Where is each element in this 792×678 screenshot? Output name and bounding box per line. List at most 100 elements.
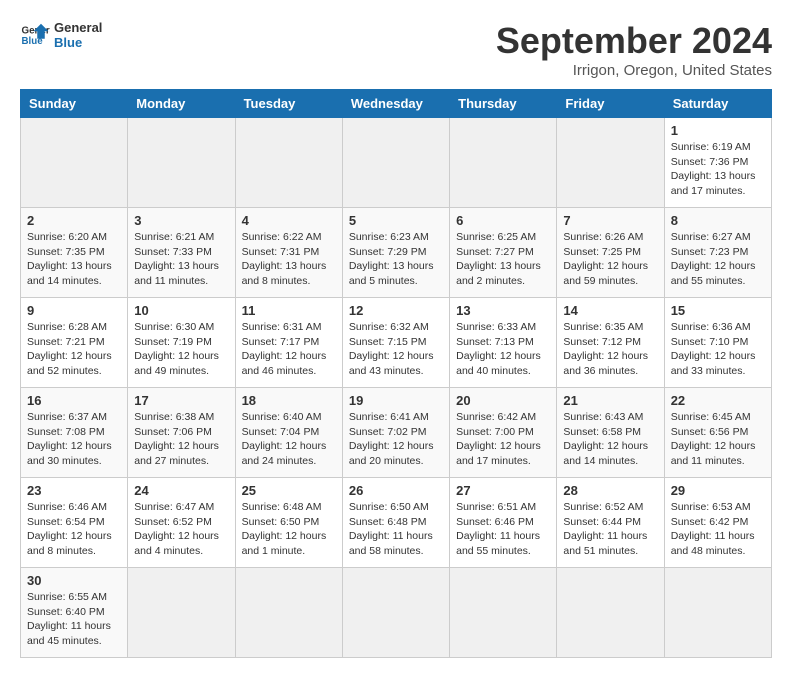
day-number: 14 — [563, 303, 657, 318]
day-info: Sunrise: 6:52 AM Sunset: 6:44 PM Dayligh… — [563, 500, 657, 559]
day-info: Sunrise: 6:53 AM Sunset: 6:42 PM Dayligh… — [671, 500, 765, 559]
day-info: Sunrise: 6:21 AM Sunset: 7:33 PM Dayligh… — [134, 230, 228, 289]
daylight: Daylight: 11 hours and 55 minutes. — [456, 530, 540, 557]
calendar-week-4: 16 Sunrise: 6:37 AM Sunset: 7:08 PM Dayl… — [21, 388, 772, 478]
calendar-cell: 3 Sunrise: 6:21 AM Sunset: 7:33 PM Dayli… — [128, 208, 235, 298]
calendar-cell: 13 Sunrise: 6:33 AM Sunset: 7:13 PM Dayl… — [450, 298, 557, 388]
calendar-cell: 4 Sunrise: 6:22 AM Sunset: 7:31 PM Dayli… — [235, 208, 342, 298]
daylight: Daylight: 13 hours and 17 minutes. — [671, 170, 756, 197]
calendar-cell: 24 Sunrise: 6:47 AM Sunset: 6:52 PM Dayl… — [128, 478, 235, 568]
calendar-cell — [342, 568, 449, 658]
calendar-cell: 10 Sunrise: 6:30 AM Sunset: 7:19 PM Dayl… — [128, 298, 235, 388]
sunrise: Sunrise: 6:51 AM — [456, 501, 536, 513]
day-number: 10 — [134, 303, 228, 318]
day-number: 12 — [349, 303, 443, 318]
calendar-cell: 1 Sunrise: 6:19 AM Sunset: 7:36 PM Dayli… — [664, 118, 771, 208]
day-info: Sunrise: 6:36 AM Sunset: 7:10 PM Dayligh… — [671, 320, 765, 379]
calendar-cell: 7 Sunrise: 6:26 AM Sunset: 7:25 PM Dayli… — [557, 208, 664, 298]
calendar-week-5: 23 Sunrise: 6:46 AM Sunset: 6:54 PM Dayl… — [21, 478, 772, 568]
calendar-week-3: 9 Sunrise: 6:28 AM Sunset: 7:21 PM Dayli… — [21, 298, 772, 388]
day-info: Sunrise: 6:42 AM Sunset: 7:00 PM Dayligh… — [456, 410, 550, 469]
day-info: Sunrise: 6:25 AM Sunset: 7:27 PM Dayligh… — [456, 230, 550, 289]
calendar-cell — [128, 568, 235, 658]
day-info: Sunrise: 6:41 AM Sunset: 7:02 PM Dayligh… — [349, 410, 443, 469]
sunset: Sunset: 7:29 PM — [349, 246, 427, 258]
day-info: Sunrise: 6:22 AM Sunset: 7:31 PM Dayligh… — [242, 230, 336, 289]
sunset: Sunset: 7:25 PM — [563, 246, 641, 258]
sunset: Sunset: 7:33 PM — [134, 246, 212, 258]
day-info: Sunrise: 6:45 AM Sunset: 6:56 PM Dayligh… — [671, 410, 765, 469]
day-number: 22 — [671, 393, 765, 408]
sunrise: Sunrise: 6:35 AM — [563, 321, 643, 333]
calendar-cell: 17 Sunrise: 6:38 AM Sunset: 7:06 PM Dayl… — [128, 388, 235, 478]
day-number: 18 — [242, 393, 336, 408]
sunrise: Sunrise: 6:47 AM — [134, 501, 214, 513]
calendar-cell: 26 Sunrise: 6:50 AM Sunset: 6:48 PM Dayl… — [342, 478, 449, 568]
calendar-cell — [557, 118, 664, 208]
sunset: Sunset: 6:58 PM — [563, 426, 641, 438]
daylight: Daylight: 12 hours and 59 minutes. — [563, 260, 648, 287]
sunset: Sunset: 7:21 PM — [27, 336, 105, 348]
calendar-cell — [450, 568, 557, 658]
day-info: Sunrise: 6:40 AM Sunset: 7:04 PM Dayligh… — [242, 410, 336, 469]
header-day-monday: Monday — [128, 90, 235, 118]
day-number: 17 — [134, 393, 228, 408]
daylight: Daylight: 11 hours and 51 minutes. — [563, 530, 647, 557]
calendar-week-1: 1 Sunrise: 6:19 AM Sunset: 7:36 PM Dayli… — [21, 118, 772, 208]
calendar-cell: 27 Sunrise: 6:51 AM Sunset: 6:46 PM Dayl… — [450, 478, 557, 568]
header-day-sunday: Sunday — [21, 90, 128, 118]
header-day-friday: Friday — [557, 90, 664, 118]
daylight: Daylight: 12 hours and 24 minutes. — [242, 440, 327, 467]
sunset: Sunset: 6:48 PM — [349, 516, 427, 528]
day-info: Sunrise: 6:20 AM Sunset: 7:35 PM Dayligh… — [27, 230, 121, 289]
calendar-cell: 19 Sunrise: 6:41 AM Sunset: 7:02 PM Dayl… — [342, 388, 449, 478]
logo-icon: General Blue — [20, 20, 50, 50]
day-info: Sunrise: 6:46 AM Sunset: 6:54 PM Dayligh… — [27, 500, 121, 559]
sunrise: Sunrise: 6:43 AM — [563, 411, 643, 423]
daylight: Daylight: 12 hours and 43 minutes. — [349, 350, 434, 377]
daylight: Daylight: 12 hours and 30 minutes. — [27, 440, 112, 467]
calendar-cell: 21 Sunrise: 6:43 AM Sunset: 6:58 PM Dayl… — [557, 388, 664, 478]
sunset: Sunset: 7:00 PM — [456, 426, 534, 438]
day-info: Sunrise: 6:30 AM Sunset: 7:19 PM Dayligh… — [134, 320, 228, 379]
daylight: Daylight: 12 hours and 20 minutes. — [349, 440, 434, 467]
sunset: Sunset: 7:17 PM — [242, 336, 320, 348]
calendar-cell: 14 Sunrise: 6:35 AM Sunset: 7:12 PM Dayl… — [557, 298, 664, 388]
sunset: Sunset: 7:04 PM — [242, 426, 320, 438]
daylight: Daylight: 13 hours and 2 minutes. — [456, 260, 541, 287]
day-number: 13 — [456, 303, 550, 318]
day-number: 23 — [27, 483, 121, 498]
day-number: 6 — [456, 213, 550, 228]
sunrise: Sunrise: 6:42 AM — [456, 411, 536, 423]
header-day-thursday: Thursday — [450, 90, 557, 118]
sunrise: Sunrise: 6:30 AM — [134, 321, 214, 333]
day-number: 9 — [27, 303, 121, 318]
calendar-cell: 8 Sunrise: 6:27 AM Sunset: 7:23 PM Dayli… — [664, 208, 771, 298]
sunset: Sunset: 7:36 PM — [671, 156, 749, 168]
calendar-cell — [21, 118, 128, 208]
day-number: 24 — [134, 483, 228, 498]
daylight: Daylight: 12 hours and 4 minutes. — [134, 530, 219, 557]
calendar-cell: 2 Sunrise: 6:20 AM Sunset: 7:35 PM Dayli… — [21, 208, 128, 298]
calendar-cell: 25 Sunrise: 6:48 AM Sunset: 6:50 PM Dayl… — [235, 478, 342, 568]
day-info: Sunrise: 6:31 AM Sunset: 7:17 PM Dayligh… — [242, 320, 336, 379]
daylight: Daylight: 12 hours and 36 minutes. — [563, 350, 648, 377]
calendar-cell: 9 Sunrise: 6:28 AM Sunset: 7:21 PM Dayli… — [21, 298, 128, 388]
day-info: Sunrise: 6:50 AM Sunset: 6:48 PM Dayligh… — [349, 500, 443, 559]
daylight: Daylight: 12 hours and 1 minute. — [242, 530, 327, 557]
daylight: Daylight: 13 hours and 5 minutes. — [349, 260, 434, 287]
calendar-subtitle: Irrigon, Oregon, United States — [496, 62, 772, 79]
day-info: Sunrise: 6:51 AM Sunset: 6:46 PM Dayligh… — [456, 500, 550, 559]
day-info: Sunrise: 6:23 AM Sunset: 7:29 PM Dayligh… — [349, 230, 443, 289]
calendar-cell: 18 Sunrise: 6:40 AM Sunset: 7:04 PM Dayl… — [235, 388, 342, 478]
sunset: Sunset: 7:27 PM — [456, 246, 534, 258]
sunrise: Sunrise: 6:33 AM — [456, 321, 536, 333]
calendar-cell: 30 Sunrise: 6:55 AM Sunset: 6:40 PM Dayl… — [21, 568, 128, 658]
day-number: 11 — [242, 303, 336, 318]
daylight: Daylight: 12 hours and 52 minutes. — [27, 350, 112, 377]
sunset: Sunset: 7:02 PM — [349, 426, 427, 438]
daylight: Daylight: 12 hours and 33 minutes. — [671, 350, 756, 377]
sunrise: Sunrise: 6:48 AM — [242, 501, 322, 513]
day-info: Sunrise: 6:38 AM Sunset: 7:06 PM Dayligh… — [134, 410, 228, 469]
day-info: Sunrise: 6:35 AM Sunset: 7:12 PM Dayligh… — [563, 320, 657, 379]
